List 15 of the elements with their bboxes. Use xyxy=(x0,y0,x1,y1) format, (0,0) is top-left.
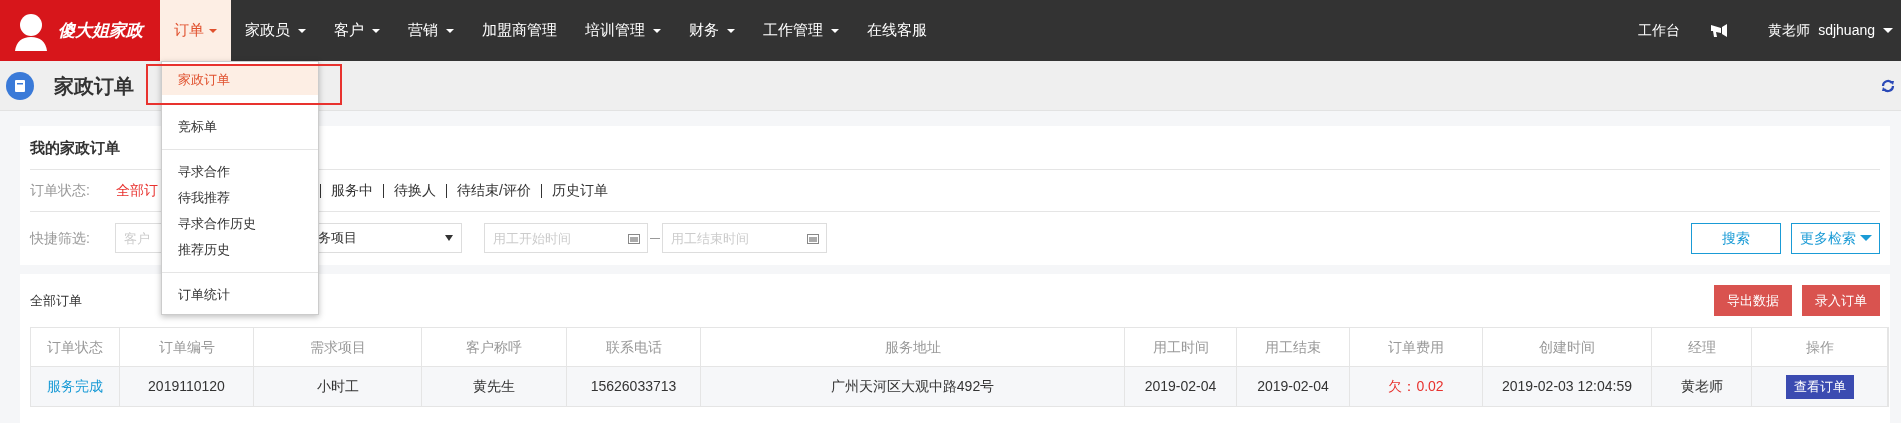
table-cell: 黄老师 xyxy=(1652,367,1752,406)
table-cell: 小时工 xyxy=(254,367,422,406)
table-cell: 2019-02-04 xyxy=(1125,367,1237,406)
logo-text: 傻大姐家政 xyxy=(58,18,143,42)
card-title: 全部订单 xyxy=(30,291,82,310)
table-cell: 广州天河区大观中路492号 xyxy=(701,367,1125,406)
table-cell: 2019-02-03 12:04:59 xyxy=(1483,367,1652,406)
filter-label: 快捷筛选: xyxy=(30,228,91,248)
table-cell: 欠：0.02 xyxy=(1350,367,1483,406)
table-cell: 2019-02-04 xyxy=(1237,367,1350,406)
filter-label: 订单状态: xyxy=(30,181,91,200)
page-title: 家政订单 xyxy=(54,73,134,99)
table-cell: 15626033713 xyxy=(567,367,701,406)
table-cell: 2019110120 xyxy=(120,367,254,406)
table-cell: 黄先生 xyxy=(422,367,567,406)
